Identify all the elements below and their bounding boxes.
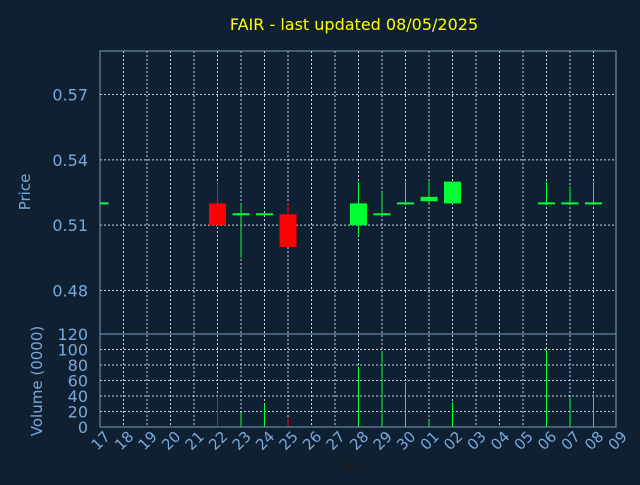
candle-body (373, 213, 391, 216)
candle-body (561, 202, 579, 205)
marks-layer (100, 181, 602, 427)
volume-tick-label: 0 (78, 418, 88, 437)
candle-body (585, 202, 602, 205)
stock-chart: FAIR - last updated 08/05/2025 Price Vol… (16, 15, 631, 475)
x-tick-label: 19 (135, 428, 161, 454)
price-tick-label: 0.57 (52, 86, 88, 105)
x-tick-label: 02 (440, 428, 466, 454)
price-tick-label: 0.48 (52, 281, 88, 300)
x-tick-label: 28 (346, 428, 372, 454)
volume-axis-label: Volume (0000) (28, 326, 46, 436)
candle-body (100, 202, 109, 205)
x-tick-label: 20 (158, 428, 184, 454)
candle-body (232, 213, 250, 216)
x-tick-label: 24 (252, 428, 278, 454)
x-tick-label: 23 (229, 428, 255, 454)
candle-body (350, 203, 367, 226)
x-tick-label: 07 (558, 428, 584, 454)
price-tick-label: 0.51 (52, 216, 88, 235)
x-tick-label: 17 (88, 428, 114, 454)
x-tick-label: 05 (511, 428, 537, 454)
candle-body (397, 202, 414, 205)
x-tick-label: 27 (323, 428, 349, 454)
x-tick-label: 03 (464, 428, 490, 454)
x-tick-label: 30 (393, 428, 419, 454)
price-tick-label: 0.54 (52, 151, 88, 170)
x-tick-label: 01 (417, 428, 443, 454)
price-axis-label: Price (16, 174, 34, 211)
candle-body (209, 203, 226, 226)
candle-body (538, 202, 555, 205)
chart-container: FAIR - last updated 08/05/2025 Price Vol… (0, 0, 640, 480)
x-tick-label: 04 (487, 428, 513, 454)
x-tick-label: 18 (111, 428, 137, 454)
x-axis-label: Day (333, 459, 361, 475)
x-tick-label: 09 (605, 428, 631, 454)
candle-body (420, 196, 438, 202)
candle-body (444, 181, 461, 204)
x-tick-label: 25 (276, 428, 302, 454)
candle-body (279, 214, 297, 247)
x-tick-label: 26 (299, 428, 325, 454)
x-tick-label: 08 (581, 428, 607, 454)
x-tick-label: 21 (182, 428, 208, 454)
tick-labels-layer: 0.570.540.510.48120100806040200171819202… (52, 86, 630, 454)
chart-title: FAIR - last updated 08/05/2025 (230, 15, 478, 34)
candle-body (256, 213, 273, 216)
x-tick-label: 22 (205, 428, 231, 454)
x-tick-label: 06 (534, 428, 560, 454)
x-tick-label: 29 (370, 428, 396, 454)
